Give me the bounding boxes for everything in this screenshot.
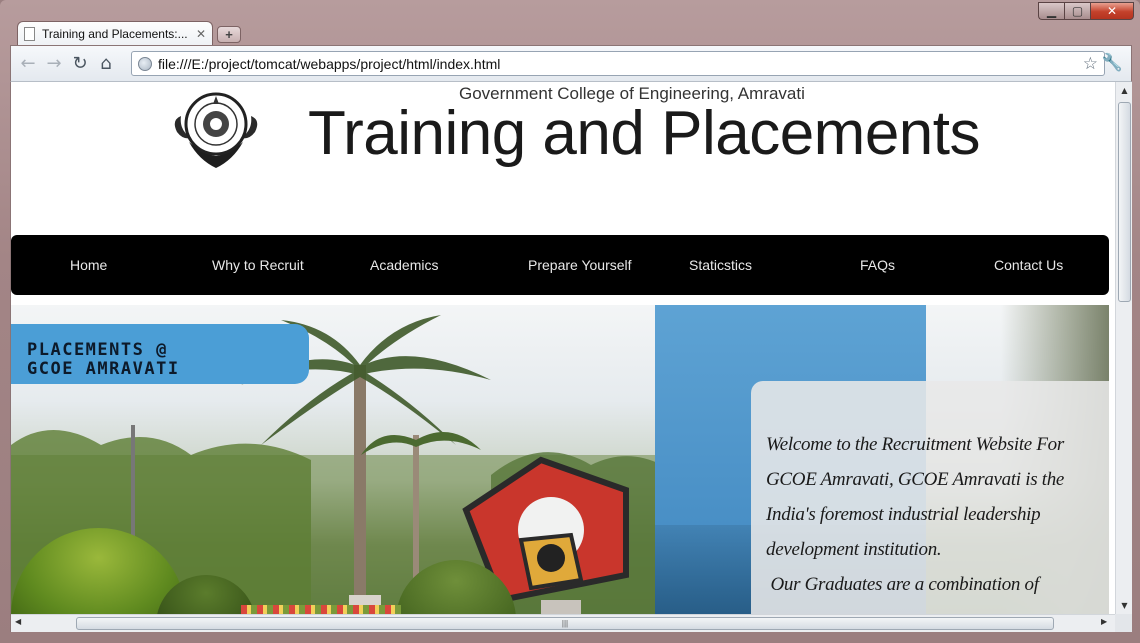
placements-line-1: PLACEMENTS @ — [27, 340, 168, 360]
tab-close-icon[interactable]: ✕ — [196, 27, 206, 41]
nav-item-statistics[interactable]: Staticstics — [689, 257, 752, 273]
welcome-panel: Welcome to the Recruitment Website For G… — [751, 381, 1109, 614]
forward-arrow-icon[interactable]: → — [41, 51, 67, 77]
scroll-down-arrow-icon[interactable]: ▼ — [1116, 597, 1132, 614]
close-window-button[interactable]: ✕ — [1090, 2, 1134, 20]
horizontal-scroll-thumb[interactable]: ||| — [76, 617, 1054, 630]
welcome-text: Welcome to the Recruitment Website For G… — [766, 427, 1096, 602]
vertical-scroll-thumb[interactable] — [1118, 102, 1131, 302]
flower-bed — [241, 605, 401, 614]
placements-heading: PLACEMENTS @ GCOE AMRAVATI — [27, 341, 180, 379]
nav-item-why-to-recruit[interactable]: Why to Recruit — [212, 257, 304, 273]
college-emblem-icon — [174, 92, 258, 168]
placements-badge: PLACEMENTS @ GCOE AMRAVATI — [11, 324, 309, 384]
nav-item-prepare-yourself[interactable]: Prepare Yourself — [528, 257, 632, 273]
url-text[interactable]: file:///E:/project/tomcat/webapps/projec… — [158, 56, 1083, 72]
horizontal-scrollbar[interactable]: ◀ ||| ▶ — [11, 614, 1115, 632]
welcome-paragraph: Welcome to the Recruitment Website For G… — [766, 434, 1065, 560]
browser-tab[interactable]: Training and Placements:... ✕ — [17, 21, 213, 46]
page-viewport: Government College of Engineering, Amrav… — [10, 82, 1132, 632]
minimize-button[interactable]: ▁ — [1038, 2, 1064, 20]
page-icon — [24, 27, 35, 41]
maximize-button[interactable]: ▢ — [1064, 2, 1090, 20]
new-tab-button[interactable]: + — [217, 26, 241, 43]
browser-window: ▁ ▢ ✕ Training and Placements:... ✕ + ← … — [0, 0, 1140, 643]
graduates-paragraph: Our Graduates are a combination of — [770, 574, 1039, 595]
scrollbar-corner — [1115, 614, 1132, 632]
tab-title: Training and Placements:... — [42, 27, 188, 41]
wrench-menu-icon[interactable]: 🔧 — [1102, 53, 1123, 73]
browser-toolbar: ← → ↻ ⌂ file:///E:/project/tomcat/webapp… — [10, 45, 1132, 82]
window-controls: ▁ ▢ ✕ — [1038, 2, 1134, 20]
nav-item-home[interactable]: Home — [70, 257, 107, 273]
globe-icon — [138, 56, 152, 71]
nav-item-faqs[interactable]: FAQs — [860, 257, 895, 273]
home-icon[interactable]: ⌂ — [93, 51, 119, 77]
hero-banner: PLACEMENTS @ GCOE AMRAVATI Welcome to th… — [11, 305, 1109, 614]
reload-icon[interactable]: ↻ — [67, 51, 93, 77]
bookmark-star-icon[interactable]: ☆ — [1083, 54, 1098, 74]
scroll-left-arrow-icon[interactable]: ◀ — [15, 617, 21, 626]
scroll-right-arrow-icon[interactable]: ▶ — [1101, 617, 1107, 626]
back-arrow-icon[interactable]: ← — [15, 51, 41, 77]
nav-item-academics[interactable]: Academics — [370, 257, 438, 273]
address-bar[interactable]: file:///E:/project/tomcat/webapps/projec… — [131, 51, 1105, 76]
main-nav: Home Why to Recruit Academics Prepare Yo… — [11, 235, 1109, 295]
scroll-up-arrow-icon[interactable]: ▲ — [1116, 82, 1132, 99]
web-page: Government College of Engineering, Amrav… — [11, 82, 1115, 614]
vertical-scrollbar[interactable]: ▲ ▼ — [1115, 82, 1132, 614]
placements-line-2: GCOE AMRAVATI — [27, 359, 180, 379]
page-title: Training and Placements — [308, 99, 981, 168]
nav-item-contact-us[interactable]: Contact Us — [994, 257, 1063, 273]
